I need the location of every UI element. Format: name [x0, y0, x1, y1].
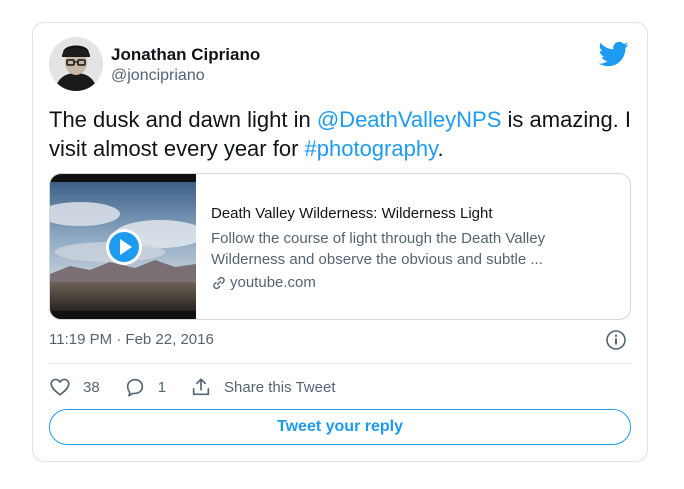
tweet-card[interactable]: Jonathan Cipriano @joncipriano The dusk …	[32, 22, 648, 462]
twitter-bird-icon[interactable]	[598, 39, 629, 69]
share-button[interactable]: Share this Tweet	[190, 376, 335, 398]
tweet-text-start: The dusk and dawn light in	[49, 107, 317, 132]
link-preview-card[interactable]: Death Valley Wilderness: Wilderness Ligh…	[49, 173, 631, 320]
link-preview-domain[interactable]: youtube.com	[211, 273, 616, 293]
divider	[49, 363, 631, 364]
tweet-text-end: .	[437, 136, 444, 161]
play-icon[interactable]	[105, 228, 143, 266]
info-icon[interactable]	[605, 329, 627, 351]
link-icon	[213, 276, 225, 290]
like-count[interactable]: 38	[83, 379, 100, 396]
tweet-text: The dusk and dawn light in @DeathValleyN…	[49, 105, 639, 163]
link-preview-description: Follow the course of light through the D…	[211, 230, 546, 268]
author-handle[interactable]: @joncipriano	[111, 67, 205, 85]
tweet-your-reply-button[interactable]: Tweet your reply	[49, 409, 631, 445]
mention-link[interactable]: @DeathValleyNPS	[317, 107, 502, 132]
link-preview-text[interactable]: Death Valley Wilderness: Wilderness Ligh…	[211, 204, 616, 293]
hashtag-link[interactable]: #photography	[305, 136, 438, 161]
link-preview-title[interactable]: Death Valley Wilderness: Wilderness Ligh…	[211, 204, 616, 224]
video-thumbnail[interactable]	[50, 174, 196, 319]
share-icon	[192, 378, 210, 396]
share-label[interactable]: Share this Tweet	[224, 379, 335, 396]
like-button[interactable]: 38	[49, 376, 100, 398]
reply-icon	[126, 378, 143, 397]
avatar[interactable]	[49, 37, 103, 91]
action-bar: 38 1 Share this Tweet	[49, 373, 359, 401]
heart-icon	[50, 378, 70, 396]
domain-label[interactable]: youtube.com	[230, 273, 316, 293]
reply-count[interactable]: 1	[158, 379, 166, 396]
author-name[interactable]: Jonathan Cipriano	[111, 45, 260, 65]
tweet-timestamp[interactable]: 11:19 PM · Feb 22, 2016	[49, 331, 214, 348]
reply-action[interactable]: 1	[124, 376, 166, 398]
